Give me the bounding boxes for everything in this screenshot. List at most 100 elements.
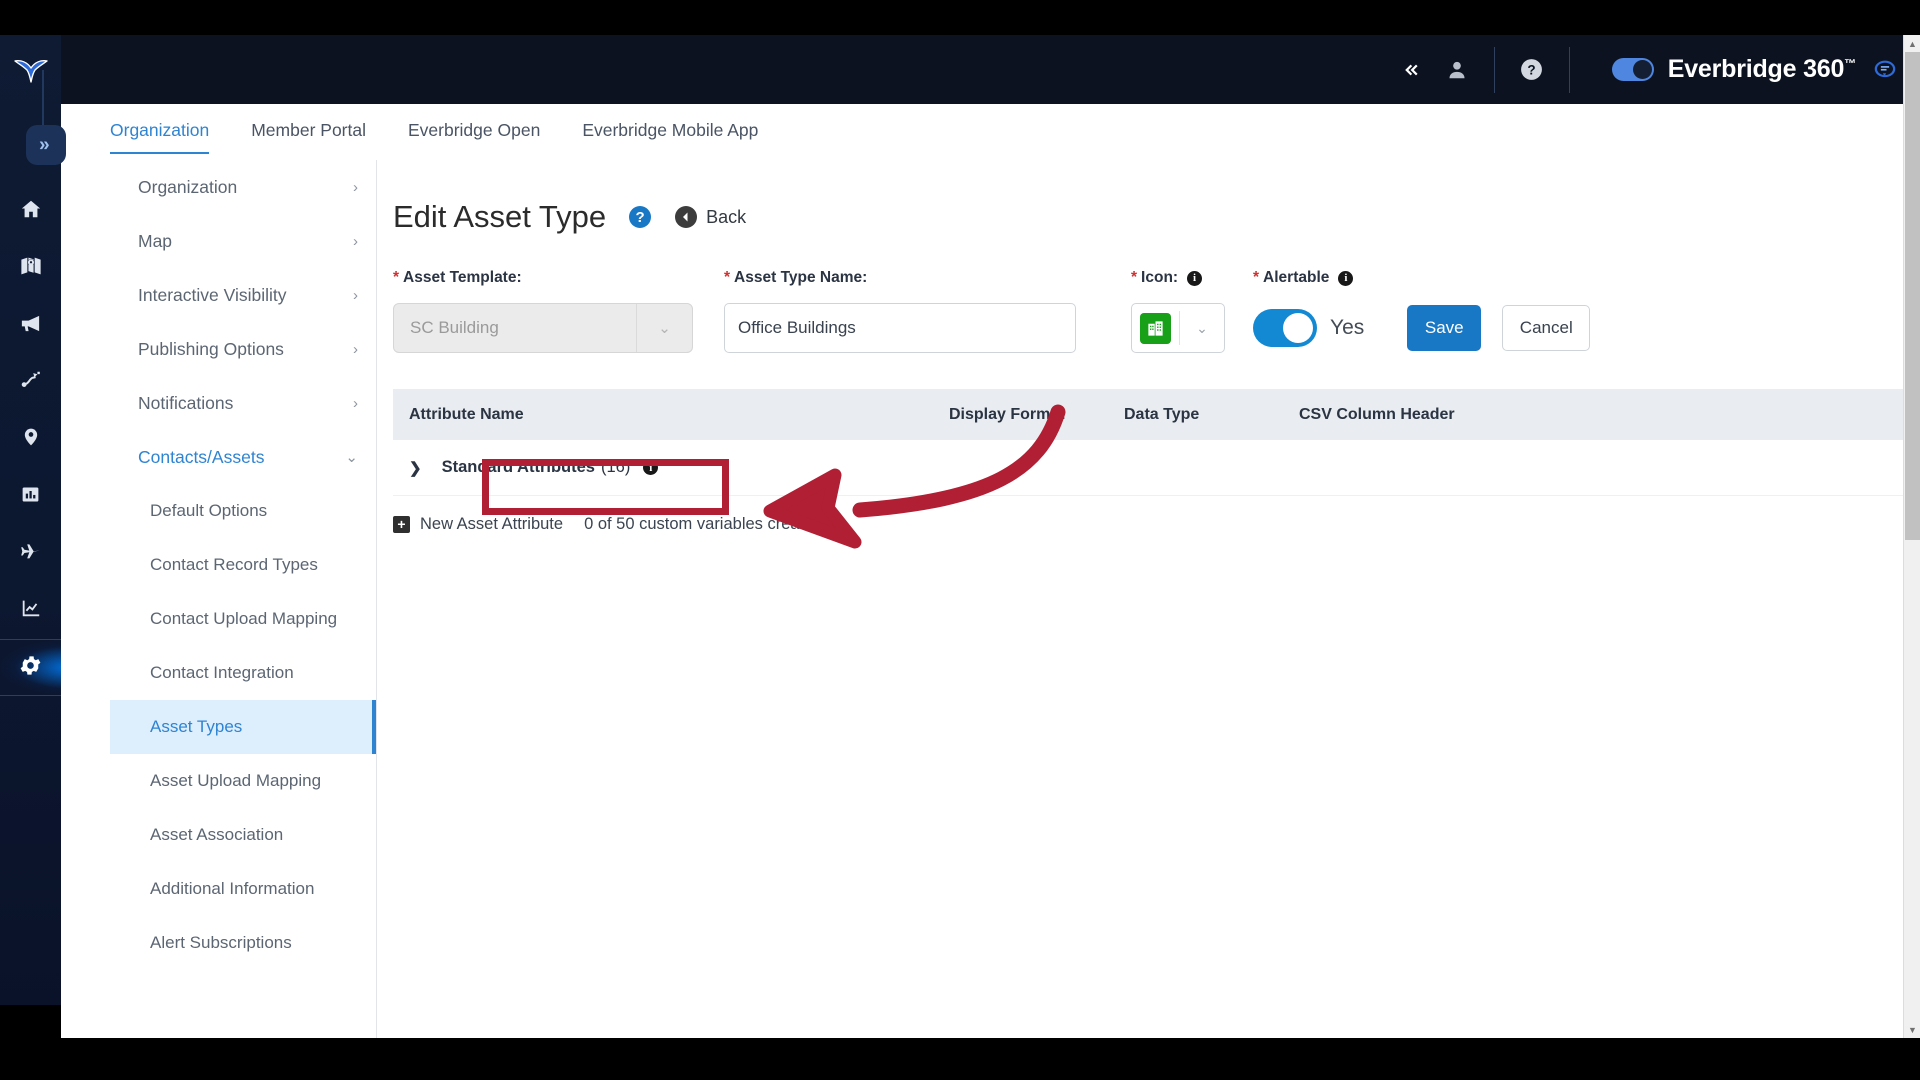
help-button[interactable]: ?	[1509, 47, 1555, 93]
chat-button[interactable]	[1872, 57, 1898, 83]
submenu-item-contact-integration[interactable]: Contact Integration	[110, 646, 376, 700]
brand-label: Everbridge 360™	[1668, 55, 1856, 84]
field-alertable: * Alertable i Yes	[1253, 269, 1364, 353]
letterbox-top	[0, 0, 1920, 35]
column-header-data-type: Data Type	[1124, 405, 1200, 423]
svg-text:?: ?	[1528, 63, 1536, 78]
submenu-item-contact-record-types[interactable]: Contact Record Types	[110, 538, 376, 592]
info-icon[interactable]: i	[1338, 270, 1354, 286]
alertable-toggle[interactable]	[1253, 309, 1317, 347]
submenu-item-interactive-visibility-label: Interactive Visibility	[138, 284, 287, 305]
attributes-table-body: ❯ Standard Attributes (16) i + New Asset…	[393, 440, 1904, 552]
submenu-item-asset-types[interactable]: Asset Types	[110, 700, 376, 754]
asset-template-label: * Asset Template:	[393, 269, 693, 287]
rail-item-incidents[interactable]	[0, 354, 61, 411]
asset-type-name-label: * Asset Type Name:	[724, 269, 1076, 287]
rail-collapse-button[interactable]: «	[26, 125, 66, 165]
asset-type-name-input[interactable]: Office Buildings	[724, 303, 1076, 353]
tab-organization[interactable]: Organization	[110, 114, 210, 154]
rail-item-notifications[interactable]	[0, 297, 61, 354]
back-arrow-icon	[675, 206, 698, 228]
chevron-right-icon: ›	[353, 286, 358, 304]
rail-item-travel[interactable]	[0, 525, 61, 582]
standard-attributes-label: Standard Attributes	[441, 458, 595, 476]
column-header-attribute-name: Attribute Name	[409, 405, 524, 423]
header-collapse-button[interactable]	[1388, 47, 1434, 93]
submenu-item-asset-association[interactable]: Asset Association	[110, 808, 376, 862]
rail-item-home[interactable]	[0, 183, 61, 240]
icon-label-text: Icon:	[1141, 269, 1179, 286]
chevron-right-icon: ❯	[409, 459, 422, 477]
left-icon-rail: «	[0, 35, 66, 1038]
submenu-item-alert-subscriptions[interactable]: Alert Subscriptions	[110, 916, 376, 970]
vertical-scrollbar[interactable]: ▲ ▼	[1903, 35, 1920, 1038]
rail-item-map[interactable]	[0, 240, 61, 297]
rail-item-settings[interactable]	[0, 639, 61, 696]
application-window: « ? Everbridge 360™ Organization Member …	[0, 35, 1920, 1038]
rail-item-locations[interactable]	[0, 411, 61, 468]
chevron-down-icon: ⌄	[636, 304, 692, 352]
gear-icon	[18, 653, 43, 683]
submenu-item-notifications[interactable]: Notifications ›	[110, 376, 376, 430]
tab-everbridge-open[interactable]: Everbridge Open	[408, 114, 540, 152]
cancel-button-label: Cancel	[1519, 318, 1573, 337]
save-button[interactable]: Save	[1407, 305, 1482, 351]
submenu-item-notifications-label: Notifications	[138, 392, 234, 413]
chevron-down-icon[interactable]: ⌄	[1179, 311, 1224, 345]
new-asset-attribute-label[interactable]: New Asset Attribute	[420, 515, 563, 534]
submenu-item-asset-association-label: Asset Association	[150, 825, 284, 844]
alertable-state-label: Yes	[1330, 316, 1365, 339]
chevron-right-icon: ›	[353, 340, 358, 358]
submenu-item-contacts-assets-label: Contacts/Assets	[138, 446, 265, 467]
submenu-item-asset-types-label: Asset Types	[150, 717, 243, 736]
back-label: Back	[706, 206, 747, 227]
submenu-item-interactive-visibility[interactable]: Interactive Visibility ›	[110, 268, 376, 322]
submenu-item-default-options-label: Default Options	[150, 501, 268, 520]
back-button[interactable]: Back	[675, 206, 746, 228]
attributes-table-header: Attribute Name Display Format Data Type …	[393, 389, 1904, 440]
asset-template-select[interactable]: SC Building ⌄	[393, 303, 693, 353]
tab-member-portal-label: Member Portal	[251, 120, 366, 140]
brand-text: Everbridge 360	[1667, 55, 1845, 83]
submenu-item-contacts-assets[interactable]: Contacts/Assets ⌄	[110, 430, 376, 484]
chevron-down-icon: ⌄	[345, 449, 358, 466]
submenu-item-default-options[interactable]: Default Options	[110, 484, 376, 538]
everbridge360-toggle[interactable]	[1611, 58, 1654, 81]
scroll-up-arrow[interactable]: ▲	[1904, 35, 1920, 52]
required-asterisk: *	[393, 269, 400, 286]
tab-everbridge-open-label: Everbridge Open	[408, 120, 541, 140]
asset-template-label-text: Asset Template:	[403, 269, 522, 286]
submenu-item-asset-upload-mapping[interactable]: Asset Upload Mapping	[110, 754, 376, 808]
field-asset-type-name: * Asset Type Name: Office Buildings	[724, 269, 1076, 353]
header-divider-2	[1568, 46, 1570, 93]
icon-select[interactable]: ⌄	[1131, 303, 1225, 353]
plus-icon[interactable]: +	[393, 515, 410, 533]
user-profile-button[interactable]	[1434, 47, 1480, 93]
rail-item-reports[interactable]	[0, 468, 61, 525]
column-header-csv-column-header: CSV Column Header	[1299, 405, 1455, 423]
tab-member-portal[interactable]: Member Portal	[251, 114, 366, 152]
scroll-down-arrow[interactable]: ▼	[1904, 1021, 1920, 1038]
field-icon: * Icon: i ⌄	[1131, 269, 1225, 353]
required-asterisk: *	[724, 269, 731, 286]
submenu-item-organization[interactable]: Organization ›	[110, 160, 376, 214]
info-icon[interactable]: i	[1187, 270, 1203, 286]
everbridge-logo[interactable]	[0, 45, 61, 97]
content-area: Organization Member Portal Everbridge Op…	[61, 104, 1920, 1038]
cancel-button[interactable]: Cancel	[1502, 305, 1591, 351]
scrollbar-thumb[interactable]	[1905, 52, 1920, 540]
rail-item-analytics[interactable]	[0, 582, 61, 639]
tab-bar: Organization Member Portal Everbridge Op…	[61, 104, 1920, 160]
submenu-item-publishing-options[interactable]: Publishing Options ›	[110, 322, 376, 376]
info-icon[interactable]: i	[643, 460, 659, 475]
standard-attributes-row[interactable]: ❯ Standard Attributes (16) i	[393, 440, 1904, 496]
save-button-label: Save	[1424, 318, 1464, 337]
rail-collapse-icon: «	[42, 135, 50, 156]
submenu-item-contact-upload-mapping[interactable]: Contact Upload Mapping	[110, 592, 376, 646]
tab-everbridge-mobile-app[interactable]: Everbridge Mobile App	[582, 114, 758, 152]
submenu-item-map[interactable]: Map ›	[110, 214, 376, 268]
required-asterisk: *	[1253, 269, 1260, 286]
asset-type-name-value: Office Buildings	[738, 318, 856, 337]
submenu-item-additional-information[interactable]: Additional Information	[110, 862, 376, 916]
page-help-icon[interactable]: ?	[629, 206, 652, 228]
